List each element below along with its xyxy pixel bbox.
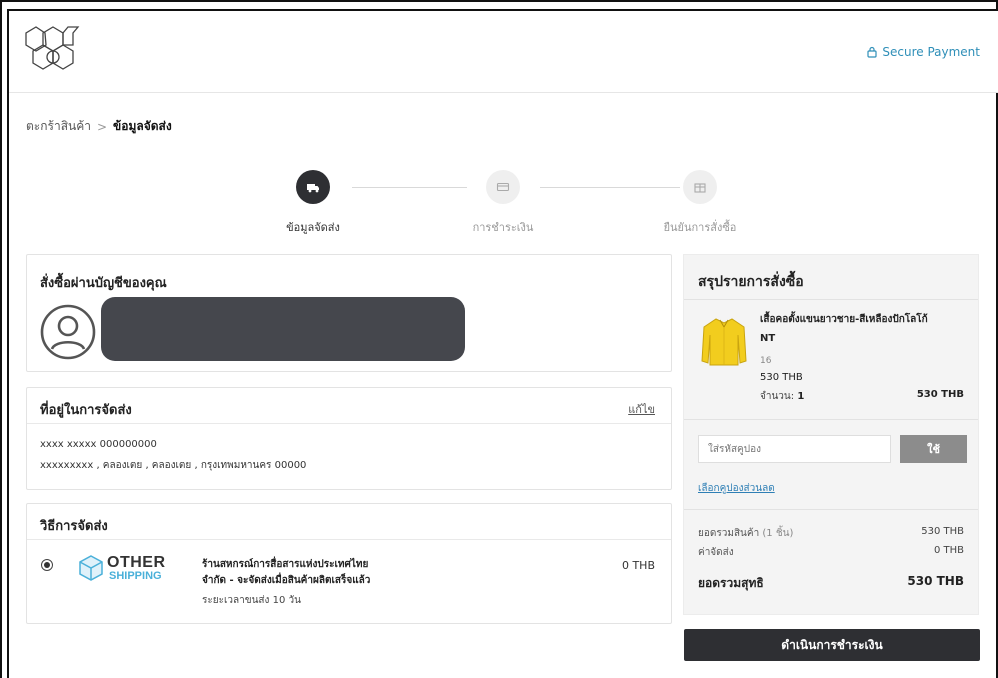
shipping-fee-label: ค่าจัดส่ง: [698, 547, 734, 558]
proceed-to-payment-button[interactable]: ดำเนินการชำระเงิน: [684, 629, 980, 661]
net-total-value: 530 THB: [907, 574, 964, 588]
shipping-provider-line1: ร้านสหกรณ์การสื่อสารแห่งประเทศไทย: [202, 559, 369, 570]
account-card-title: สั่งซื้อผ่านบัญชีของคุณ: [40, 276, 167, 291]
product-unit-price: 530 THB: [760, 372, 803, 383]
step-payment: การชำระเงิน: [466, 170, 540, 236]
subtotal-text: ยอดรวมสินค้า: [698, 528, 760, 539]
shipping-option-radio[interactable]: [41, 559, 53, 571]
shipping-duration: ระยะเวลาขนส่ง 10 วัน: [202, 595, 301, 606]
net-total-label: ยอดรวมสุทธิ: [698, 576, 764, 590]
breadcrumb-current: ข้อมูลจัดส่ง: [113, 119, 172, 133]
quantity-label: จำนวน:: [760, 391, 795, 402]
stepper-connector: [352, 187, 467, 188]
edit-address-link[interactable]: แก้ไข: [628, 400, 655, 418]
product-size: 16: [760, 356, 772, 366]
secure-payment-label: Secure Payment: [866, 45, 980, 59]
shipping-method-card: วิธีการจัดส่ง OTHER SHIPPING ร้านสหกรณ์ก…: [26, 503, 672, 624]
site-header: Secure Payment: [9, 11, 998, 93]
shipping-address-card: ที่อยู่ในการจัดส่ง แก้ไข xxxx xxxxx 0000…: [26, 387, 672, 490]
address-card-title: ที่อยู่ในการจัดส่ง: [40, 403, 132, 418]
subtotal-label: ยอดรวมสินค้า (1 ชิ้น): [698, 526, 793, 541]
breadcrumb-separator: >: [96, 119, 108, 134]
user-avatar-icon: [39, 303, 97, 361]
step-label: ยืนยันการสั่งซื้อ: [663, 221, 737, 234]
product-thumbnail: [700, 315, 748, 367]
secure-payment-text: Secure Payment: [882, 45, 980, 59]
shipping-fee-value: 0 THB: [933, 545, 964, 556]
breadcrumb: ตะกร้าสินค้า > ข้อมูลจัดส่ง: [26, 117, 172, 136]
address-name-phone: xxxx xxxxx 000000000: [40, 439, 157, 450]
summary-divider: [684, 509, 978, 510]
card-icon: [486, 170, 520, 204]
quantity-value: 1: [797, 391, 805, 402]
shipping-card-title: วิธีการจัดส่ง: [40, 519, 108, 534]
box-icon: [683, 170, 717, 204]
truck-icon: [296, 170, 330, 204]
shipping-provider-line2: จำกัด - จะจัดส่งเมื่อสินค้าผลิตเสร็จแล้ว: [202, 575, 371, 586]
step-label: ข้อมูลจัดส่ง: [286, 221, 340, 234]
package-icon: [79, 555, 103, 581]
product-name-line2: NT: [760, 333, 776, 344]
step-confirm-order: ยืนยันการสั่งซื้อ: [660, 170, 740, 236]
hexagon-logo-icon[interactable]: [25, 21, 81, 81]
product-line-total: 530 THB: [916, 389, 964, 400]
address-detail: xxxxxxxxx , คลองเตย , คลองเตย , กรุงเทพม…: [40, 460, 307, 471]
redacted-account-info: [101, 297, 465, 361]
shipping-logo-bottom-text: SHIPPING: [109, 570, 162, 582]
coupon-code-input[interactable]: [698, 435, 891, 463]
shipping-provider-name: ร้านสหกรณ์การสื่อสารแห่งประเทศไทย จำกัด …: [202, 557, 442, 589]
apply-coupon-button[interactable]: ใช้: [900, 435, 967, 463]
summary-divider: [684, 299, 978, 300]
product-name-line1: เสื้อคอตั้งแขนยาวชาย-สีเหลืองปักโลโก้: [760, 314, 928, 325]
select-coupon-link[interactable]: เลือกคูปองส่วนลด: [698, 481, 775, 496]
address-card-header: ที่อยู่ในการจัดส่ง แก้ไข: [27, 388, 671, 424]
stepper-connector: [540, 187, 680, 188]
shipping-price: 0 THB: [621, 559, 655, 572]
order-summary-panel: สรุปรายการสั่งซื้อ เสื้อคอตั้งแขนยาวชาย-…: [683, 254, 979, 615]
step-shipping-info: ข้อมูลจัดส่ง: [278, 170, 348, 236]
shipping-card-header: วิธีการจัดส่ง: [27, 504, 671, 540]
summary-divider: [684, 419, 978, 420]
subtotal-count: (1 ชิ้น): [762, 528, 794, 539]
product-name[interactable]: เสื้อคอตั้งแขนยาวชาย-สีเหลืองปักโลโก้ NT: [760, 310, 970, 348]
breadcrumb-cart-link[interactable]: ตะกร้าสินค้า: [26, 117, 91, 136]
account-card: สั่งซื้อผ่านบัญชีของคุณ: [26, 254, 672, 372]
product-quantity: จำนวน: 1: [760, 389, 804, 404]
lock-icon: [867, 46, 877, 58]
subtotal-value: 530 THB: [921, 526, 964, 537]
step-label: การชำระเงิน: [472, 221, 534, 234]
order-summary-title: สรุปรายการสั่งซื้อ: [698, 274, 804, 290]
other-shipping-logo: OTHER SHIPPING: [77, 554, 177, 584]
